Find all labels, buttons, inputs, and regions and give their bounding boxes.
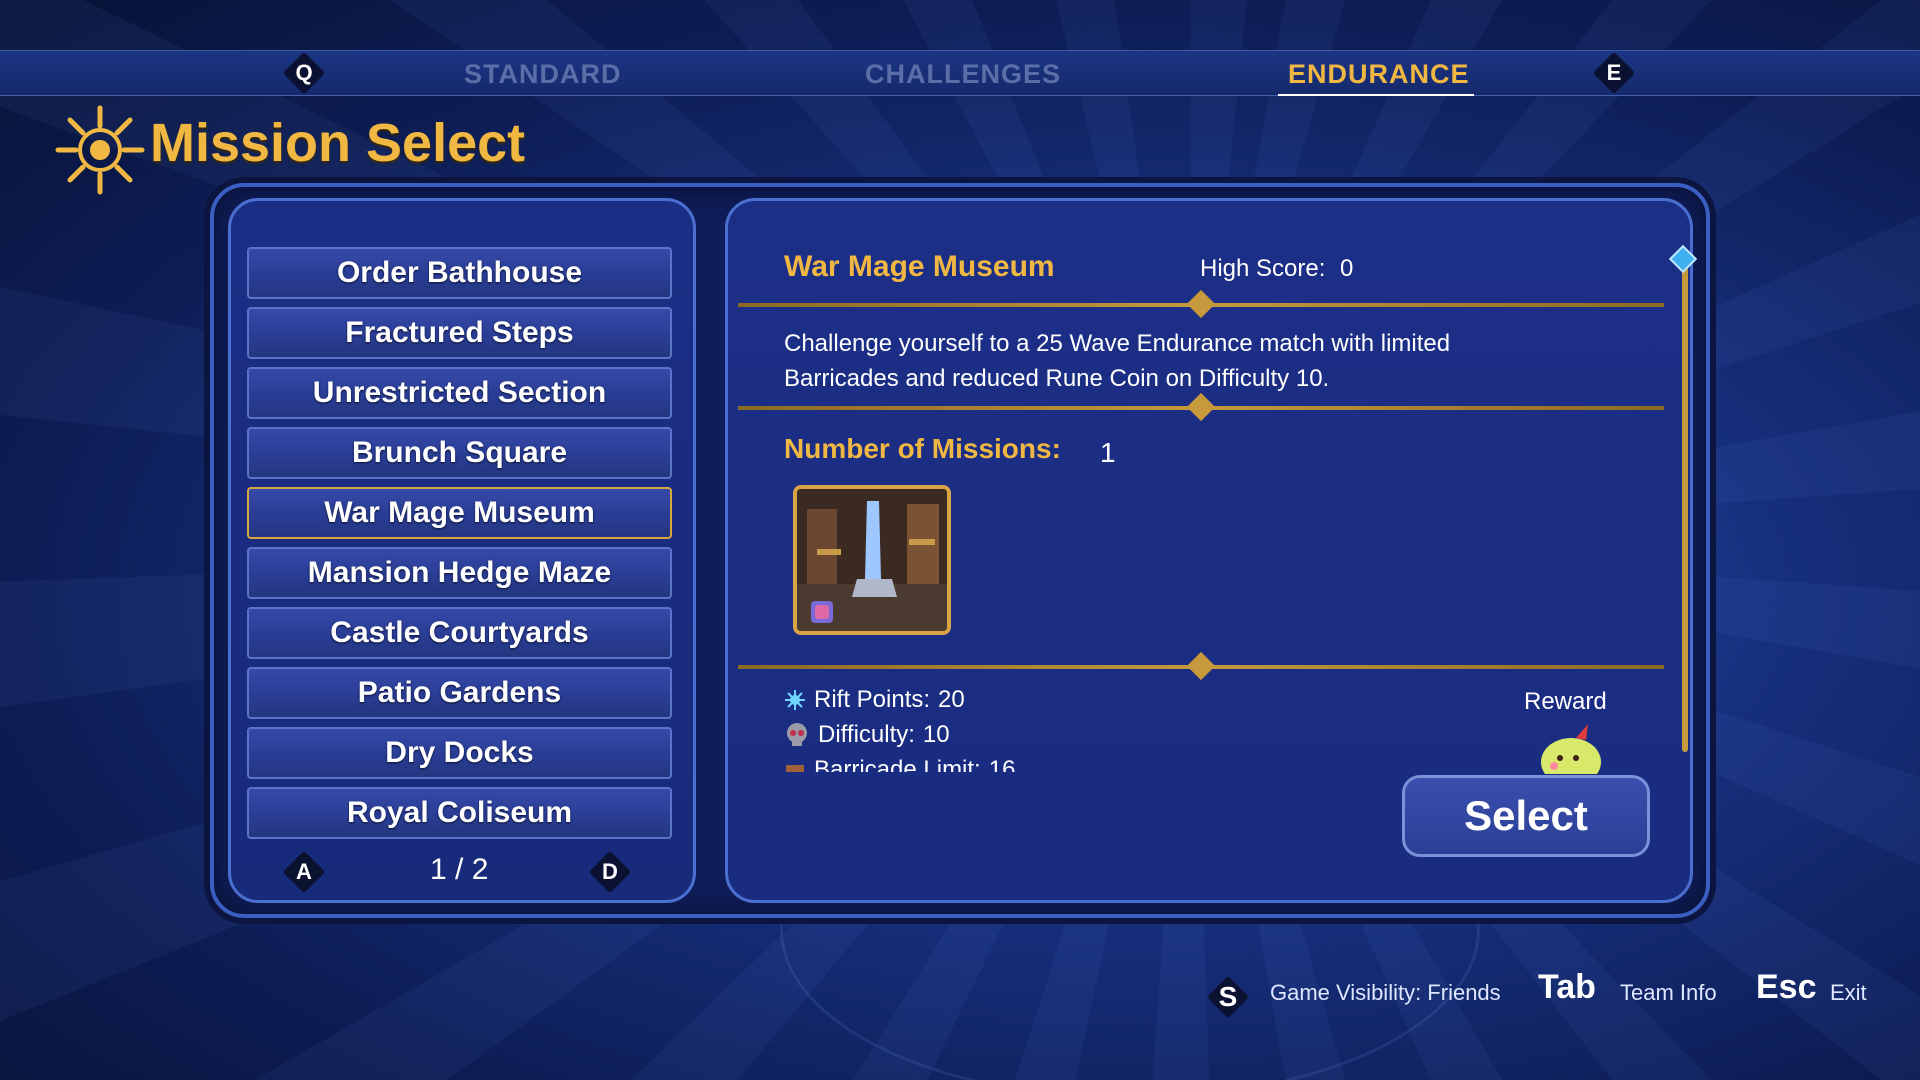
compass-emblem-icon [55,105,145,195]
stat-difficulty: Difficulty: 10 [784,721,950,749]
team-info-key[interactable]: Tab [1538,968,1596,1007]
mission-item-patio-gardens[interactable]: Patio Gardens [247,667,672,719]
tab-challenges[interactable]: CHALLENGES [865,59,1061,90]
high-score-value: 0 [1340,255,1354,282]
reward-pet-icon[interactable] [1536,718,1606,774]
tab-standard[interactable]: STANDARD [464,59,622,90]
reward-label: Reward [1524,688,1607,715]
visibility-key[interactable]: S [1202,971,1254,1023]
ornate-divider [738,651,1664,681]
number-of-missions-value: 1 [1100,437,1116,468]
ornate-divider [738,392,1664,422]
mission-item-war-mage-museum[interactable]: War Mage Museum [247,487,672,539]
page-title: Mission Select [150,113,526,173]
mission-item-dry-docks[interactable]: Dry Docks [247,727,672,779]
stat-value: 20 [938,686,965,713]
mission-detail-title: War Mage Museum [784,250,1055,283]
high-score-label: High Score: [1200,255,1326,282]
stat-barricade-limit: Barricade Limit: 16 [784,756,1015,772]
mission-item-brunch-square[interactable]: Brunch Square [247,427,672,479]
mission-item-castle-courtyards[interactable]: Castle Courtyards [247,607,672,659]
visibility-hint[interactable]: Game Visibility: Friends [1270,980,1501,1006]
stat-label: Difficulty: [818,721,915,748]
stat-label: Barricade Limit: [814,756,981,772]
stat-value: 16 [988,756,1016,772]
rift-icon [785,690,805,710]
tab-next-key[interactable]: E [1594,53,1634,93]
stat-label: Rift Points: [814,686,931,713]
tab-prev-key[interactable]: Q [284,53,324,93]
team-info-hint[interactable]: Team Info [1620,980,1717,1006]
number-of-missions-label: Number of Missions: [784,433,1061,464]
page-indicator: 1 / 2 [430,853,489,886]
museum-scene-image [797,489,947,631]
mission-item-order-bathhouse[interactable]: Order Bathhouse [247,247,672,299]
mission-item-royal-coliseum[interactable]: Royal Coliseum [247,787,672,839]
tab-endurance[interactable]: ENDURANCE [1278,59,1474,96]
page-prev-key[interactable]: A [284,852,324,892]
mission-stats-list: Rift Points: 20 Difficulty: 10 Barricade… [780,680,1280,772]
barricade-icon [786,765,804,772]
exit-hint[interactable]: Exit [1830,980,1867,1006]
page-next-key[interactable]: D [590,852,630,892]
detail-scrollbar[interactable] [1682,262,1688,752]
mission-item-unrestricted-section[interactable]: Unrestricted Section [247,367,672,419]
mission-description: Challenge yourself to a 25 Wave Enduranc… [784,330,1451,392]
mission-item-fractured-steps[interactable]: Fractured Steps [247,307,672,359]
stat-rift-points: Rift Points: 20 [784,686,965,714]
ornate-divider [738,289,1664,319]
exit-key[interactable]: Esc [1756,968,1817,1007]
mode-tab-bar: Q STANDARD CHALLENGES ENDURANCE E [0,50,1920,96]
stat-value: 10 [922,721,950,748]
mission-item-mansion-hedge-maze[interactable]: Mansion Hedge Maze [247,547,672,599]
mission-thumbnail[interactable] [793,485,951,635]
select-button[interactable]: Select [1402,775,1650,857]
skull-icon [787,723,807,746]
